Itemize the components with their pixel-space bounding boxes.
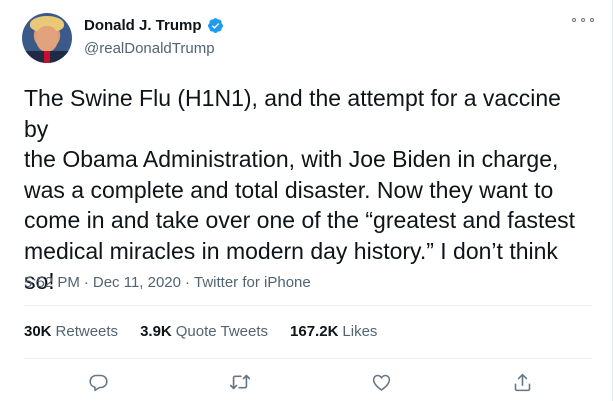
tweet-source[interactable]: Twitter for iPhone	[194, 274, 311, 291]
retweets-stat[interactable]: 30K Retweets	[24, 323, 118, 340]
author-handle[interactable]: @realDonaldTrump	[84, 40, 215, 57]
share-icon[interactable]	[510, 370, 534, 394]
retweets-label: Retweets	[55, 323, 119, 340]
avatar-tie	[44, 51, 50, 63]
tweet-meta: 5:52 PM · Dec 11, 2020 · Twitter for iPhone	[24, 274, 311, 291]
reply-icon[interactable]	[86, 370, 110, 394]
tweet-card: Donald J. Trump @realDonaldTrump The Swi…	[0, 0, 613, 401]
divider	[24, 358, 592, 359]
retweet-icon[interactable]	[228, 370, 252, 394]
likes-count: 167.2K	[290, 323, 339, 340]
tweet-actions	[0, 368, 613, 398]
tweet-time[interactable]: 5:52 PM	[24, 274, 80, 291]
verified-badge-icon	[207, 17, 224, 34]
more-options-icon[interactable]	[572, 14, 594, 26]
meta-separator: ·	[185, 274, 190, 291]
author-display-name[interactable]: Donald J. Trump	[84, 17, 202, 34]
likes-stat[interactable]: 167.2K Likes	[290, 323, 377, 340]
tweet-stats: 30K Retweets 3.9K Quote Tweets 167.2K Likes	[24, 323, 377, 340]
retweets-count: 30K	[24, 323, 52, 340]
author-name-row[interactable]: Donald J. Trump	[84, 17, 224, 34]
quote-tweets-count: 3.9K	[140, 323, 172, 340]
meta-separator: ·	[83, 274, 89, 291]
tweet-text: The Swine Flu (H1N1), and the attempt fo…	[24, 85, 576, 294]
avatar[interactable]	[22, 13, 72, 63]
tweet-date[interactable]: Dec 11, 2020	[93, 274, 181, 291]
divider	[24, 305, 592, 306]
quote-tweets-label: Quote Tweets	[175, 323, 269, 340]
heart-icon[interactable]	[369, 370, 393, 394]
avatar-face	[36, 26, 58, 52]
likes-label: Likes	[342, 323, 378, 340]
quote-tweets-stat[interactable]: 3.9K Quote Tweets	[140, 323, 268, 340]
